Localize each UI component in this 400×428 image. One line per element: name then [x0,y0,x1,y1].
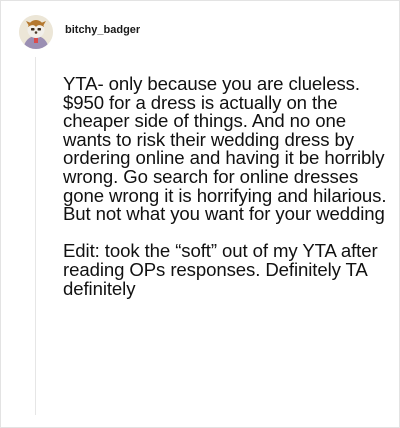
comment-card: bitchy_badger YTA- only because you are … [0,0,400,428]
user-avatar[interactable] [19,15,53,49]
badger-avatar-icon [19,15,53,49]
comment-paragraph: Edit: took the “soft” out of my YTA afte… [63,240,378,299]
username[interactable]: bitchy_badger [65,24,140,36]
thread-collapse-line[interactable] [35,57,36,415]
comment-body: YTA- only because you are clueless. $950… [63,73,399,299]
comment-header: bitchy_badger [19,15,140,49]
comment-paragraph: YTA- only because you are clueless. $950… [63,73,387,225]
